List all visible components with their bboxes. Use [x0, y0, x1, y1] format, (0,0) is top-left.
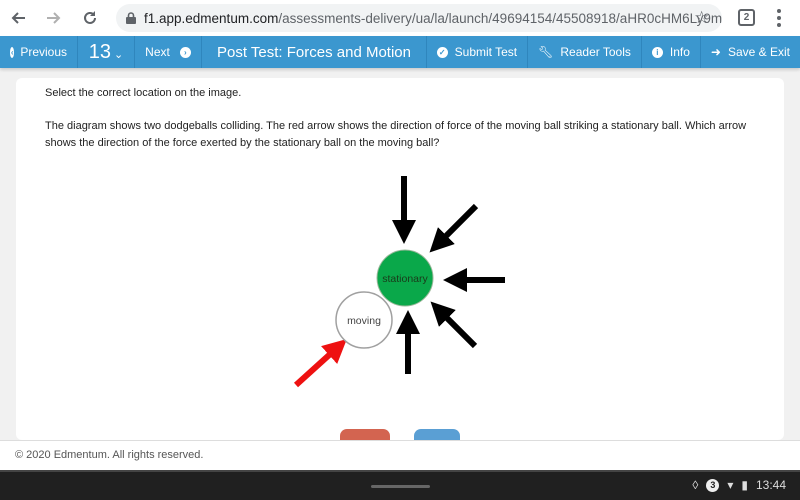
location-icon: ◊ — [692, 478, 699, 492]
reload-button[interactable] — [72, 0, 108, 36]
collision-diagram[interactable]: stationary moving — [276, 170, 526, 400]
address-bar[interactable]: f1.app.edmentum.com/assessments-delivery… — [116, 4, 722, 32]
menu-icon[interactable] — [776, 7, 782, 29]
battery-icon: ▮ — [741, 478, 748, 492]
clock: 13:44 — [755, 478, 786, 492]
submit-test-button[interactable]: ✓ Submit Test — [425, 36, 527, 68]
stationary-label: stationary — [382, 273, 428, 285]
lock-icon — [126, 12, 136, 24]
red-force-arrow — [293, 338, 347, 388]
chevron-left-circle-icon: ‹ — [10, 46, 15, 58]
reset-button[interactable] — [340, 429, 390, 440]
wrench-icon: 🔧︎ — [538, 45, 554, 59]
instruction-text: Select the correct location on the image… — [45, 87, 242, 99]
next-question-button[interactable] — [414, 429, 460, 440]
moving-label: moving — [347, 315, 381, 327]
back-arrow-icon — [11, 12, 25, 24]
question-text: The diagram shows two dodgeballs collidi… — [45, 120, 747, 149]
url-path: /assessments-delivery/ua/la/launch/49694… — [278, 10, 722, 26]
home-gesture-handle[interactable] — [371, 485, 430, 488]
assessment-header: ‹ Previous 13 ⌄ Next › Post Test: Forces… — [0, 36, 800, 68]
check-circle-icon: ✓ — [436, 46, 448, 58]
notification-count-badge: 3 — [706, 478, 720, 492]
reload-icon — [84, 11, 96, 24]
chevron-down-icon: ⌄ — [114, 48, 124, 61]
submit-label: Submit Test — [454, 45, 518, 59]
reader-tools-button[interactable]: 🔧︎ Reader Tools — [527, 36, 641, 68]
copyright-text: © 2020 Edmentum. All rights reserved. — [15, 449, 204, 461]
question-number: 13 — [88, 40, 112, 63]
previous-label: Previous — [20, 45, 67, 59]
arrow-top-right[interactable] — [429, 203, 479, 253]
question-card: Select the correct location on the image… — [16, 78, 784, 440]
tabs-button[interactable]: 2 — [738, 9, 755, 26]
info-icon: i — [651, 46, 663, 58]
previous-button[interactable]: ‹ Previous — [0, 36, 78, 68]
reader-tools-label: Reader Tools — [560, 45, 631, 59]
info-button[interactable]: i Info — [640, 36, 700, 68]
info-label: Info — [669, 45, 690, 59]
sign-in-icon: ➜ — [710, 45, 721, 59]
system-nav-bar: ◊ 3 ▾ ▮ 13:44 — [0, 470, 800, 500]
next-label: Next — [145, 45, 170, 59]
next-button[interactable]: Next › — [135, 36, 202, 68]
page-footer: © 2020 Edmentum. All rights reserved. — [0, 440, 800, 470]
forward-button[interactable] — [36, 0, 72, 36]
browser-toolbar: f1.app.edmentum.com/assessments-delivery… — [0, 0, 800, 36]
arrow-bottom-right[interactable] — [430, 301, 478, 349]
question-number-dropdown[interactable]: 13 ⌄ — [78, 36, 135, 68]
save-exit-button[interactable]: ➜ Save & Exit — [699, 36, 800, 68]
save-exit-label: Save & Exit — [727, 45, 790, 59]
page-title: Post Test: Forces and Motion — [217, 43, 411, 61]
chevron-right-circle-icon: › — [179, 46, 191, 58]
status-icons: ◊ 3 ▾ ▮ 13:44 — [692, 478, 786, 492]
wifi-icon: ▾ — [727, 478, 734, 492]
url-host: f1.app.edmentum.com — [144, 10, 279, 26]
forward-arrow-icon — [47, 12, 61, 24]
star-icon[interactable]: ☆ — [694, 8, 709, 28]
back-button[interactable] — [0, 0, 36, 36]
